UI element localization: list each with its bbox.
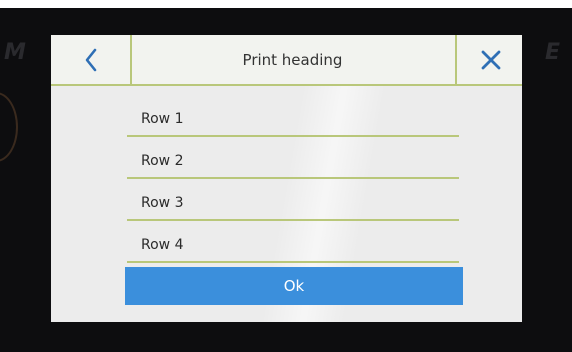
back-button[interactable]: [51, 35, 132, 84]
row-4-field[interactable]: Row 4: [127, 221, 459, 263]
row-1-label: Row 1: [141, 111, 184, 127]
row-2-field[interactable]: Row 2: [127, 137, 459, 179]
chevron-left-icon: [85, 48, 96, 71]
background-glyph-right: E: [545, 40, 561, 65]
row-3-label: Row 3: [141, 195, 184, 211]
heading-rows-list: Row 1 Row 2 Row 3 Row 4: [127, 95, 459, 263]
row-3-field[interactable]: Row 3: [127, 179, 459, 221]
close-icon: [481, 50, 500, 69]
row-4-label: Row 4: [141, 237, 184, 253]
background-glyph-left: M: [4, 40, 26, 65]
close-button[interactable]: [455, 35, 522, 84]
background-ring: [0, 92, 18, 162]
ok-button[interactable]: Ok: [125, 267, 463, 305]
print-heading-dialog: Print heading Row 1 Row 2 Row 3 Row 4 Ok: [51, 35, 522, 322]
dialog-header: Print heading: [51, 35, 522, 86]
dialog-title: Print heading: [242, 50, 343, 69]
row-1-field[interactable]: Row 1: [127, 95, 459, 137]
row-2-label: Row 2: [141, 153, 184, 169]
